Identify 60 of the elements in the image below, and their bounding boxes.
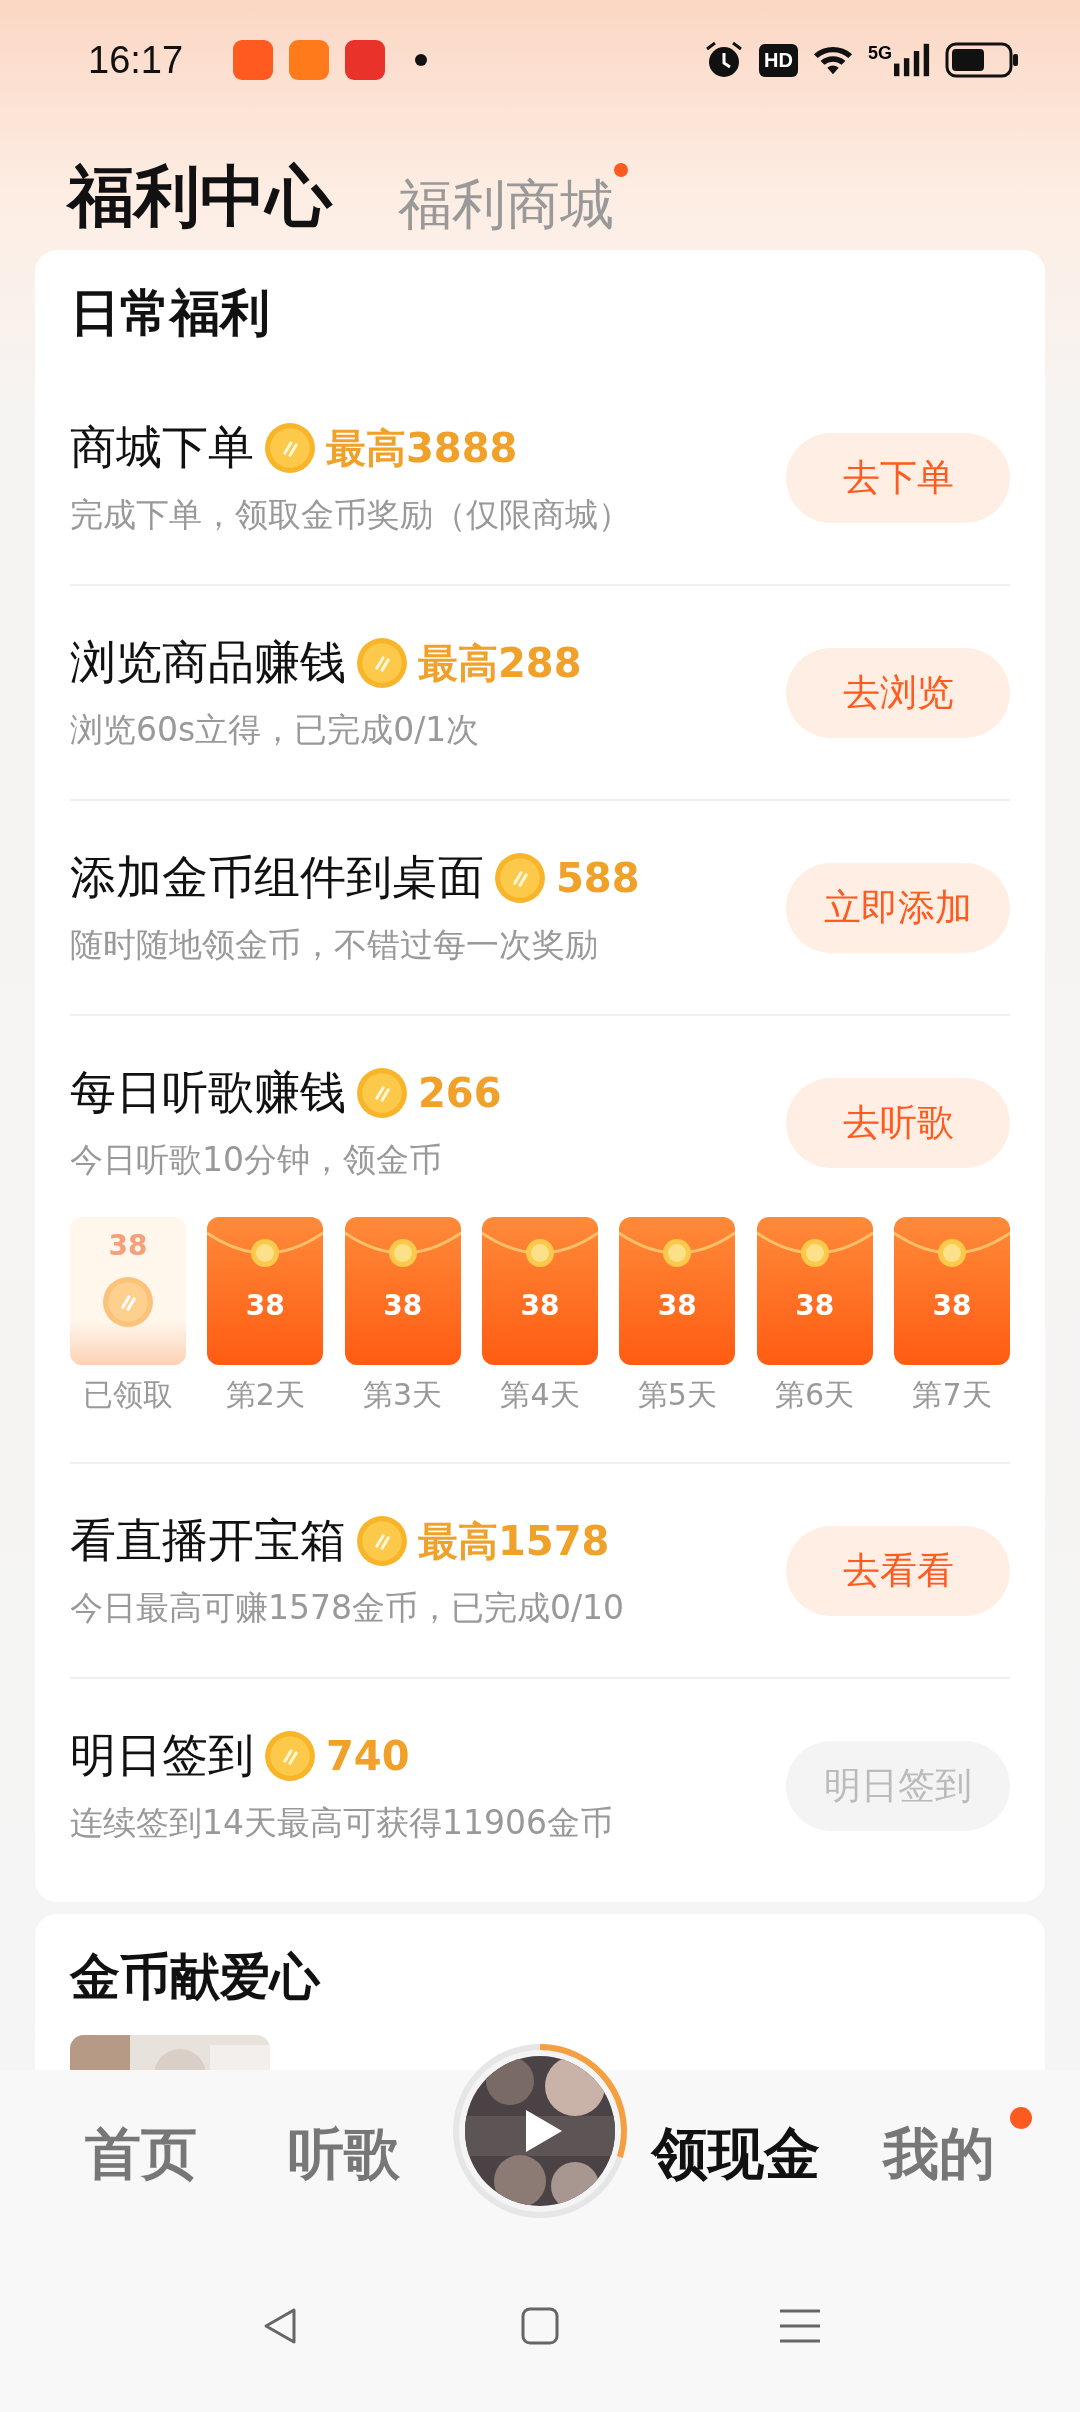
envelope-amount: 38 (657, 1289, 697, 1322)
nav-tab[interactable]: 我的 (882, 2117, 995, 2193)
task-title: 商城下单 (70, 419, 254, 476)
coin-icon (264, 422, 316, 474)
envelope-amount: 38 (795, 1289, 835, 1322)
notification-dot-icon (415, 54, 428, 66)
day-label: 第6天 (775, 1376, 855, 1414)
network-label: 5G (868, 43, 892, 64)
day-label: 第3天 (363, 1376, 443, 1414)
task-title: 添加金币组件到桌面 (70, 849, 484, 906)
task-description: 今日听歌10分钟，领金币 (70, 1139, 443, 1181)
task-button[interactable]: 去听歌 (786, 1077, 1010, 1168)
header-tab[interactable]: 福利商城 (398, 173, 614, 236)
reward-amount: 588 (556, 855, 640, 901)
coin-icon (356, 1515, 408, 1567)
coin-icon (264, 1730, 316, 1782)
coin-icon (356, 637, 408, 689)
coin-icon (494, 852, 546, 904)
section-title: 日常福利 (70, 283, 271, 344)
task-description: 随时随地领金币，不错过每一次奖励 (70, 924, 599, 966)
coin-icon (102, 1276, 154, 1328)
play-icon[interactable] (524, 2108, 564, 2154)
hd-badge: HD (759, 43, 798, 77)
task-title: 明日签到 (70, 1727, 254, 1784)
task-title: 浏览商品赚钱 (70, 634, 346, 691)
task-button[interactable]: 去下单 (786, 432, 1010, 523)
day-label: 第7天 (912, 1376, 992, 1414)
task-description: 浏览60s立得，已完成0/1次 (70, 709, 481, 751)
task-title: 看直播开宝箱 (70, 1512, 346, 1569)
reward-amount: 740 (326, 1733, 410, 1779)
envelope-amount: 38 (108, 1229, 148, 1262)
day-label: 已领取 (83, 1376, 173, 1414)
nav-tab[interactable]: 领现金 (652, 2117, 821, 2193)
reward-amount: 266 (418, 1070, 502, 1116)
coin-icon (356, 1067, 408, 1119)
task-title: 每日听歌赚钱 (70, 1064, 346, 1121)
day-label: 第4天 (500, 1376, 580, 1414)
home-icon[interactable] (520, 2306, 560, 2346)
reward-amount: 最高1578 (418, 1516, 610, 1566)
task-description: 连续签到14天最高可获得11906金币 (70, 1802, 614, 1844)
envelope-amount: 38 (245, 1289, 285, 1322)
battery-icon (944, 42, 1020, 78)
status-time: 16:17 (88, 38, 184, 82)
task-button[interactable]: 去看看 (786, 1525, 1010, 1616)
reward-amount: 最高288 (418, 638, 582, 688)
envelope-amount: 38 (932, 1289, 972, 1322)
signal-icon (894, 43, 930, 77)
task-button[interactable]: 立即添加 (786, 862, 1010, 953)
section-title: 金币献爱心 (70, 1947, 322, 2008)
task-button[interactable]: 去浏览 (786, 647, 1010, 738)
envelope-amount: 38 (383, 1289, 423, 1322)
reward-amount: 最高3888 (326, 423, 518, 473)
task-description: 完成下单，领取金币奖励（仅限商城） (70, 494, 632, 536)
envelope-amount: 38 (520, 1289, 560, 1322)
nav-tab[interactable]: 首页 (85, 2117, 198, 2193)
header-tab[interactable]: 福利中心 (68, 158, 332, 235)
day-label: 第5天 (637, 1376, 717, 1414)
task-description: 今日最高可赚1578金币，已完成0/10 (70, 1587, 626, 1629)
nav-tab[interactable]: 听歌 (287, 2117, 400, 2193)
day-label: 第2天 (225, 1376, 305, 1414)
